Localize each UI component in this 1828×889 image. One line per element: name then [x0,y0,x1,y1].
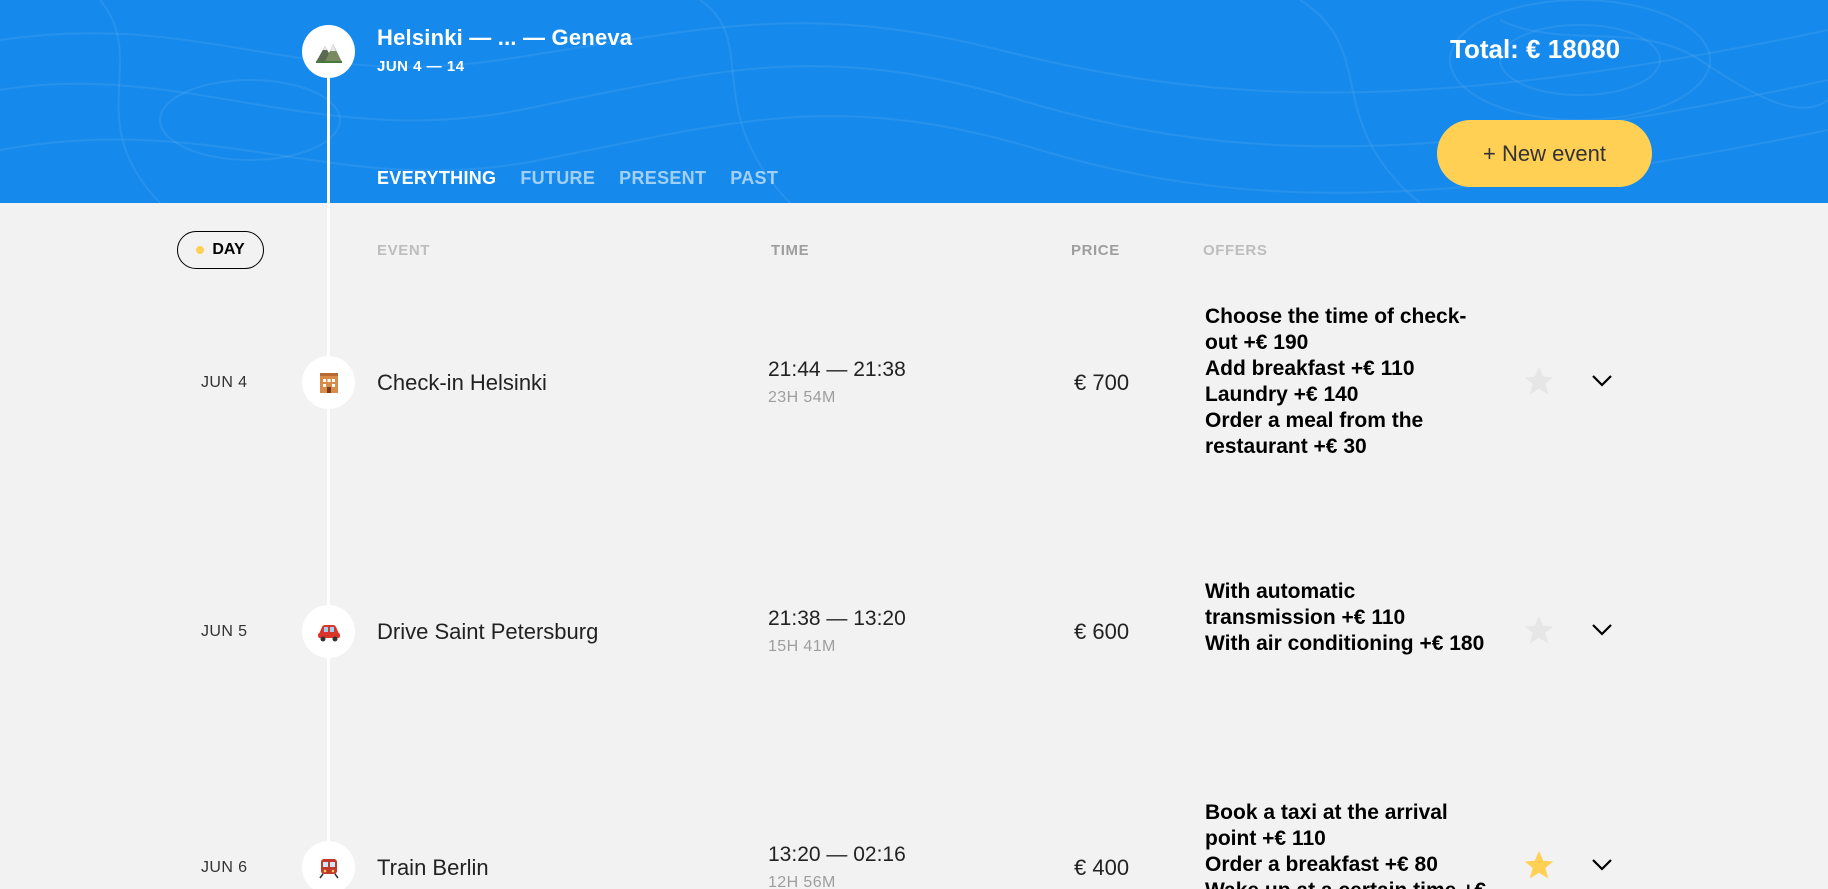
sort-day-button[interactable]: DAY [177,231,264,269]
timeline-line [327,78,330,889]
event-day: JUN 4 [201,374,248,391]
event-type-icon [302,841,355,889]
sort-time[interactable]: TIME [771,242,809,259]
offer-item: Order a breakfast +€ 80 [1205,853,1438,876]
favorite-star-icon[interactable] [1522,364,1556,398]
trip-logo [302,25,355,78]
favorite-star-icon[interactable] [1522,613,1556,647]
event-offers: Choose the time of check-out +€ 190 Add … [1205,304,1490,460]
offer-item: Wake up at a certain time +€ 140 [1205,878,1490,889]
filter-everything[interactable]: EVERYTHING [377,168,496,189]
offer-item: Choose the time of check-out +€ 190 [1205,305,1467,354]
event-time: 21:38 — 13:20 [768,607,906,630]
event-time: 21:44 — 21:38 [768,358,906,381]
trip-dates: JUN 4 — 14 [377,58,465,75]
event-title: Train Berlin [377,855,489,880]
event-type-icon [302,356,355,409]
event-price: € 700 [1074,370,1130,395]
event-type-icon [302,605,355,658]
chevron-down-icon[interactable] [1590,853,1614,877]
filter-tabs: EVERYTHING FUTURE PRESENT PAST [377,168,778,189]
sort-offers[interactable]: OFFERS [1203,242,1267,259]
event-day: JUN 5 [201,623,248,640]
trip-total-cost: Total: € 18080 [1450,34,1621,64]
offer-item: With air conditioning +€ 180 [1205,632,1485,655]
sort-event[interactable]: EVENT [377,242,430,259]
event-title: Check-in Helsinki [377,370,547,395]
sort-price[interactable]: PRICE [1071,242,1120,259]
trip-title: Helsinki — ... — Geneva [377,25,633,50]
event-duration: 12H 56M [768,874,836,889]
offer-item: Book a taxi at the arrival point +€ 110 [1205,801,1448,850]
filter-present[interactable]: PRESENT [619,168,706,189]
event-price: € 400 [1074,855,1130,880]
event-day: JUN 6 [201,859,248,876]
sort-day-label: DAY [212,241,245,258]
offer-item: Add breakfast +€ 110 [1205,357,1415,380]
train-icon [318,858,339,878]
event-offers: Book a taxi at the arrival point +€ 110 … [1205,800,1490,889]
favorite-star-icon[interactable] [1522,848,1556,882]
car-icon [317,624,340,641]
active-sort-dot [196,246,205,254]
offer-item: Laundry +€ 140 [1205,383,1359,406]
event-duration: 15H 41M [768,638,836,655]
event-offers: With automatic transmission +€ 110 With … [1205,579,1490,657]
chevron-down-icon[interactable] [1590,618,1614,642]
hotel-icon [319,372,338,393]
mountains-icon [315,43,342,63]
event-time: 13:20 — 02:16 [768,843,906,866]
offer-item: With automatic transmission +€ 110 [1205,580,1406,629]
event-title: Drive Saint Petersburg [377,619,599,644]
filter-past[interactable]: PAST [730,168,778,189]
filter-future[interactable]: FUTURE [520,168,595,189]
event-price: € 600 [1074,619,1130,644]
offer-item: Order a meal from the restaurant +€ 30 [1205,409,1424,458]
chevron-down-icon[interactable] [1590,369,1614,393]
trip-header: Helsinki — ... — Geneva JUN 4 — 14 Total… [0,0,1828,203]
new-event-button[interactable]: + New event [1437,120,1652,187]
event-duration: 23H 54M [768,389,836,406]
